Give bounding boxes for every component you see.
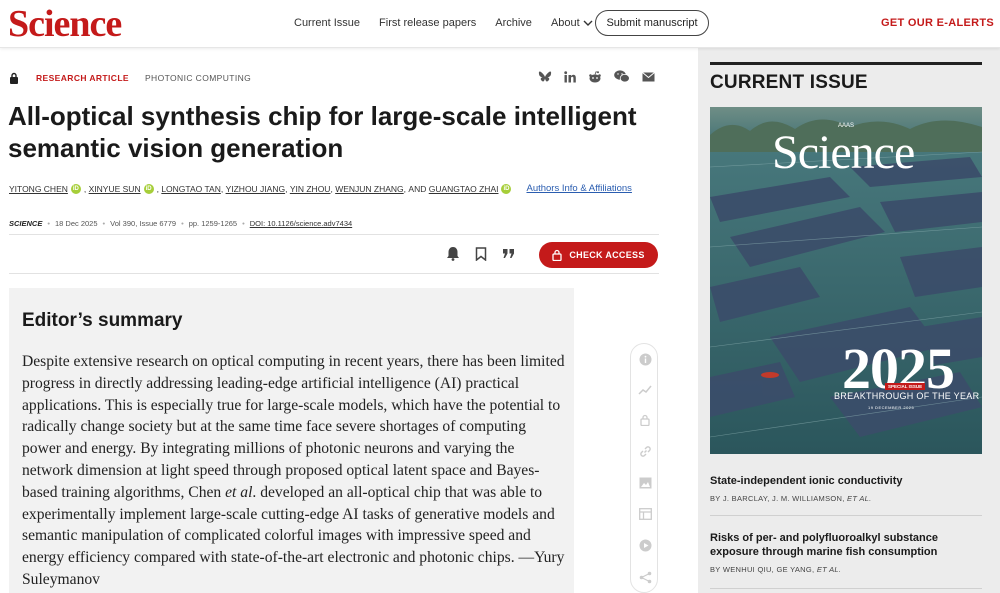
side-article-authors: BY J. BARCLAY, J. M. WILLIAMSON, ET AL. [710,494,982,503]
author-link[interactable]: WENJUN ZHANG [335,184,403,194]
linkedin-icon[interactable] [564,70,576,83]
author-link[interactable]: YIN ZHOU [290,184,331,194]
divider [710,515,982,516]
article-tools-rail [630,343,658,593]
pub-date: 18 Dec 2025 [54,219,98,228]
quote-icon[interactable] [502,248,515,259]
divider [9,234,659,235]
cover-date: 19 DECEMBER 2025 [868,405,915,410]
lock-icon [552,249,563,261]
side-article-title[interactable]: State-independent ionic conductivity [710,474,982,488]
summary-etal: et al [225,483,253,501]
e-alerts-link[interactable]: GET OUR E-ALERTS [881,17,994,29]
cover-special-issue-tag: SPECIAL ISSUE [885,383,926,390]
orcid-icon[interactable]: iD [501,183,512,194]
info-icon[interactable] [638,352,652,366]
nav-about-label: About [550,17,580,29]
subject-label[interactable]: PHOTONIC COMPUTING [145,73,251,83]
author-link[interactable]: XINYUE SUN [89,184,141,194]
article-actions [446,246,530,261]
journal-name[interactable]: SCIENCE [9,219,42,228]
summary-text-start: Despite extensive research on optical co… [22,353,565,501]
current-issue-heading: CURRENT ISSUE [710,72,868,93]
orcid-icon[interactable]: iD [143,183,154,194]
submit-manuscript-button[interactable]: Submit manuscript [595,10,709,36]
authors-affiliations-link[interactable]: Authors Info & Affiliations [526,183,631,194]
summary-heading: Editor’s summary [22,310,183,331]
page-range: pp. 1259-1265 [188,219,238,228]
media-icon[interactable] [638,538,652,552]
bluesky-icon[interactable] [538,71,552,83]
volume-issue[interactable]: Vol 390, Issue 6779 [110,219,176,228]
author-link[interactable]: YITONG CHEN [9,184,68,194]
link-icon[interactable] [638,444,652,458]
side-article-author-names: BY WENHUI QIU, GE YANG, [710,565,815,574]
share-icon[interactable] [638,570,652,584]
science-logo[interactable]: Science [8,2,122,46]
side-article-title[interactable]: Risks of per- and polyfluoroalkyl substa… [710,531,982,559]
reddit-icon[interactable] [588,70,602,83]
summary-text: Despite extensive research on optical co… [22,351,567,591]
article-type-label[interactable]: RESEARCH ARTICLE [36,73,129,83]
check-access-button[interactable]: CHECK ACCESS [539,242,658,268]
doi-link[interactable]: DOI: 10.1126/science.adv7434 [250,219,352,228]
side-article-etal: ET AL. [847,494,872,503]
access-icon[interactable] [638,413,652,427]
author-list: YITONG CHEN iD , XINYUE SUN iD , LONGTAO… [9,183,632,194]
editors-summary: Editor’s summary Despite extensive resea… [9,288,574,593]
author-link[interactable]: GUANGTAO ZHAI [429,184,499,194]
metrics-icon[interactable] [638,383,652,397]
cover-breakthrough-label: BREAKTHROUGH OF THE YEAR [834,391,980,401]
bell-icon[interactable] [446,246,460,261]
site-header: Science Current Issue First release pape… [0,0,1000,48]
side-article-author-names: BY J. BARCLAY, J. M. WILLIAMSON, [710,494,845,503]
divider [710,588,982,589]
cover-science-logo: Science [772,126,915,179]
publication-info: SCIENCE • 18 Dec 2025 • Vol 390, Issue 6… [9,219,353,228]
author-link[interactable]: LONGTAO TAN [161,184,221,194]
side-article-etal: ET AL. [816,565,842,574]
author-and: AND [408,183,427,194]
list-item[interactable]: State-independent ionic conductivity BY … [710,474,982,503]
current-issue-cover[interactable]: AAAS Science 2025 SPECIAL ISSUE BREAKTHR… [710,107,982,454]
nav-first-release[interactable]: First release papers [379,17,476,29]
divider [710,62,982,65]
figures-icon[interactable] [638,476,652,490]
article-meta-row: RESEARCH ARTICLE PHOTONIC COMPUTING [9,70,659,86]
tables-icon[interactable] [638,507,652,521]
nav-current-issue[interactable]: Current Issue [294,17,360,29]
side-article-authors: BY WENHUI QIU, GE YANG, ET AL. [710,565,982,574]
article-title: All-optical synthesis chip for large-sca… [8,101,637,163]
orcid-icon[interactable]: iD [70,183,81,194]
author-link[interactable]: YIZHOU JIANG [226,184,286,194]
main-nav: Current Issue First release papers Archi… [294,17,612,29]
lock-icon [10,72,18,84]
list-item[interactable]: Risks of per- and polyfluoroalkyl substa… [710,531,982,574]
divider [9,273,659,274]
nav-archive[interactable]: Archive [495,17,532,29]
share-bar [526,70,655,83]
wechat-icon[interactable] [614,70,630,83]
chevron-down-icon [583,20,593,26]
nav-about[interactable]: About [551,17,593,29]
email-icon[interactable] [642,71,655,82]
check-access-label: CHECK ACCESS [569,250,645,260]
bookmark-icon[interactable] [475,246,487,261]
